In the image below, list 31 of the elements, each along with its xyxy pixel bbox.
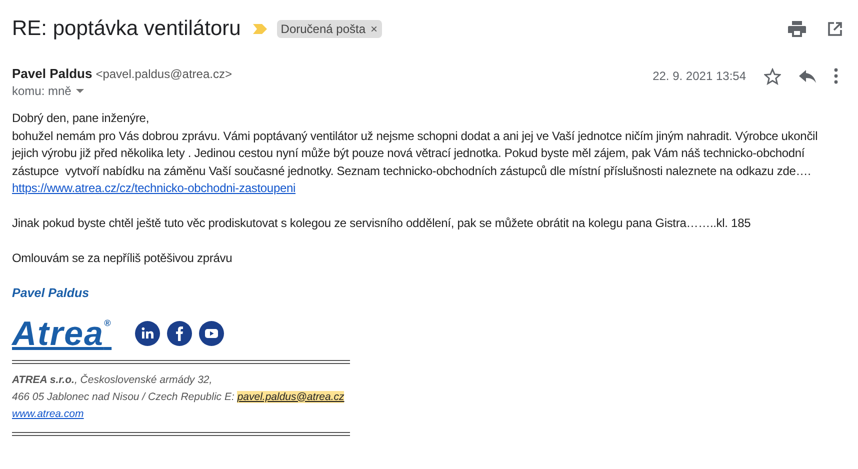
caret-icon <box>76 89 84 93</box>
signature-name: Pavel Paldus <box>12 286 90 300</box>
paragraph-text: Jinak pokud byste chtěl ještě tuto věc prodiskutovat s kolegou ze servisního oddělení, pak se můžete obrátit na kolegu pana Gistra……..kl. 185 <box>12 215 752 232</box>
sender-name: Pavel Paldus <box>12 66 92 81</box>
email-link[interactable]: pavel.paldus@atrea.cz <box>237 390 344 402</box>
body-text: zástupce vytvoří nabídku na záměnu Vaší současné jednotky. Seznam technicko-obchodních zástupců dle místní příslušnosti naleznete na odkazu zde…. <box>12 162 811 180</box>
link[interactable]: https://www.atrea.cz/cz/technicko-obchodni-zastoupeni <box>12 181 296 195</box>
print-icon[interactable] <box>788 21 806 37</box>
address-text: ATREA s.r.o., Československé armády 32, <box>12 372 214 388</box>
facebook-icon[interactable] <box>166 321 192 346</box>
label-chip[interactable]: Doručená pošta × <box>276 20 382 38</box>
address-text: 466 05 Jablonec nad Nisou / Czech Republic E: <box>12 390 234 402</box>
youtube-icon[interactable] <box>198 321 224 346</box>
sender-email: <pavel.paldus@atrea.cz> <box>96 67 232 81</box>
remove-label-button[interactable]: × <box>370 22 378 36</box>
more-icon[interactable] <box>834 68 838 84</box>
body-text: jejich výrobu již před několika lety . Jedinou cestou nyní může být pouze nová větrací jednotka. Pokud byste měl zájem, pak Vám náš technicko-obchodní <box>12 145 805 162</box>
company-logo: Atrea$^{®}$ <box>12 316 112 350</box>
greeting-text: Dobrý den, pane inženýre, <box>12 110 150 127</box>
website-link[interactable]: www.atrea.com <box>12 408 84 420</box>
recipient-dropdown[interactable]: komu: mně <box>12 84 84 98</box>
body-text: bohužel nemám pro Vás dobrou zprávu. Vámi poptávaný ventilátor už nejsme schopni dodat a ani jej ve Vaší jednotce ničím jiným nahradit. Výrobce ukončil <box>12 128 818 144</box>
paragraph-text: Omlouvám se za nepříliš potěšivou zprávu <box>12 250 234 267</box>
star-icon[interactable] <box>764 68 781 84</box>
linkedin-icon[interactable] <box>134 321 160 346</box>
email-subject: RE: poptávka ventilátoru <box>12 17 241 41</box>
date-text: 22. 9. 2021 13:54 <box>652 69 746 83</box>
importance-marker-icon[interactable] <box>252 24 267 34</box>
new-window-icon[interactable] <box>828 22 842 36</box>
label-text: Doručená pošta <box>280 22 366 36</box>
reply-icon[interactable] <box>799 70 816 82</box>
